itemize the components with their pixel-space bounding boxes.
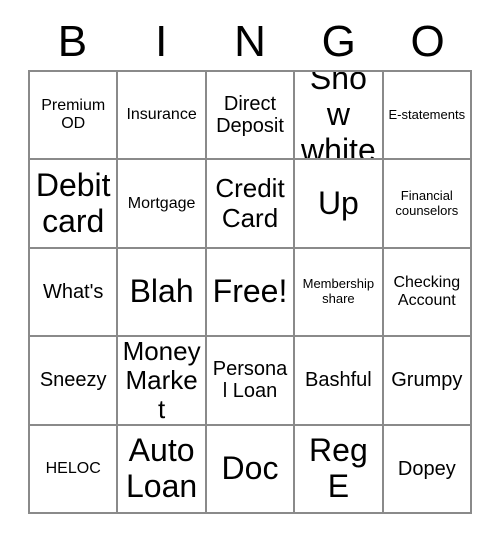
- bingo-cell-n1[interactable]: Direct Deposit: [206, 72, 296, 161]
- bingo-cell-label: Premium OD: [41, 97, 106, 133]
- bingo-cell-label: Personal Loan: [212, 358, 288, 403]
- bingo-cell-label: Snow white: [301, 72, 376, 161]
- bingo-cell-label: Financial counselors: [395, 188, 459, 218]
- bingo-cell-label: Auto Loan: [126, 431, 198, 504]
- bingo-cell-o3[interactable]: Checking Account: [383, 248, 472, 338]
- bingo-cell-b2[interactable]: Debit card: [30, 160, 119, 249]
- bingo-header-letter-i: I: [155, 17, 168, 66]
- bingo-cell-i2[interactable]: Mortgage: [118, 160, 207, 249]
- bingo-header-letter-o: O: [410, 17, 445, 66]
- bingo-cell-label: Money Market: [122, 337, 201, 424]
- bingo-cell-g3[interactable]: Membership share: [295, 248, 384, 338]
- bingo-header: B I N G O: [28, 14, 472, 70]
- bingo-cell-i5[interactable]: Auto Loan: [118, 425, 207, 514]
- bingo-cell-label: Credit Card: [215, 173, 285, 233]
- bingo-cell-label: Up: [317, 184, 359, 221]
- bingo-cell-o1[interactable]: E-statements: [383, 72, 472, 161]
- bingo-cell-i4[interactable]: Money Market: [118, 337, 207, 426]
- bingo-cell-label: Blah: [129, 273, 194, 310]
- bingo-cell-label: E-statements: [388, 106, 466, 122]
- bingo-card: B I N G O Premium OD Insurance Direct De…: [0, 0, 500, 544]
- bingo-cell-label: Mortgage: [127, 194, 196, 212]
- bingo-cell-o5[interactable]: Dopey: [383, 425, 472, 514]
- bingo-cell-g5[interactable]: Reg E: [295, 425, 384, 514]
- bingo-cell-b5[interactable]: HELOC: [30, 425, 119, 514]
- bingo-cell-label: Insurance: [126, 106, 197, 124]
- bingo-cell-n2[interactable]: Credit Card: [206, 160, 296, 249]
- bingo-cell-label: Direct Deposit: [216, 92, 284, 138]
- bingo-header-letter-b: B: [57, 17, 88, 66]
- bingo-cell-b4[interactable]: Sneezy: [30, 337, 119, 426]
- bingo-cell-label: Membership share: [302, 276, 375, 306]
- bingo-cell-n3[interactable]: Free!: [206, 248, 296, 338]
- bingo-cell-label: Dopey: [397, 457, 456, 480]
- bingo-cell-g2[interactable]: Up: [295, 160, 384, 249]
- bingo-cell-label: Doc: [221, 449, 279, 486]
- bingo-cell-label: Debit card: [35, 166, 111, 239]
- bingo-cell-b1[interactable]: Premium OD: [30, 72, 119, 161]
- bingo-cell-i3[interactable]: Blah: [118, 248, 207, 338]
- bingo-cell-o2[interactable]: Financial counselors: [383, 160, 472, 249]
- bingo-cell-n4[interactable]: Personal Loan: [206, 337, 296, 426]
- bingo-cell-n5[interactable]: Doc: [206, 425, 296, 514]
- bingo-cell-label: Checking Account: [393, 274, 461, 309]
- bingo-cell-label: HELOC: [45, 459, 101, 477]
- bingo-cell-label: Bashful: [305, 369, 372, 392]
- bingo-header-letter-n: N: [234, 17, 266, 66]
- bingo-cell-i1[interactable]: Insurance: [118, 72, 207, 161]
- bingo-grid: Premium OD Insurance Direct Deposit Snow…: [28, 70, 472, 514]
- bingo-cell-g4[interactable]: Bashful: [295, 337, 384, 426]
- bingo-cell-o4[interactable]: Grumpy: [383, 337, 472, 426]
- bingo-cell-label: Grumpy: [391, 369, 463, 392]
- bingo-cell-g1[interactable]: Snow white: [295, 72, 384, 161]
- bingo-cell-label: Sneezy: [39, 369, 107, 392]
- bingo-cell-label: Reg E: [309, 431, 368, 504]
- bingo-cell-label: Free!: [212, 273, 288, 310]
- bingo-header-letter-g: G: [321, 17, 356, 66]
- bingo-cell-label: What's: [42, 280, 104, 303]
- bingo-cell-b3[interactable]: What's: [30, 248, 119, 338]
